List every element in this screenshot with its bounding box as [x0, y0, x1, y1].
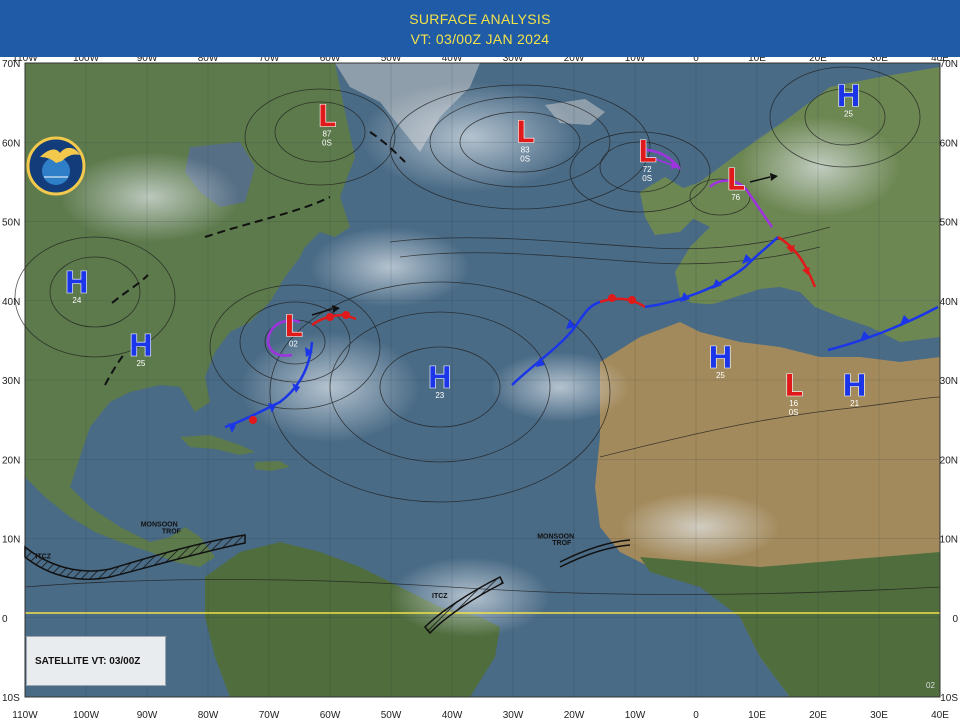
longitude-label: 90W: [137, 710, 158, 720]
map-annotation: TROF: [552, 540, 572, 547]
longitude-label: 10E: [748, 710, 766, 720]
warm-front-bead: [608, 294, 616, 302]
latitude-label: 50N: [940, 218, 958, 229]
longitude-label: 100W: [73, 710, 100, 720]
longitude-label: 110W: [12, 710, 38, 720]
satellite-valid-time-box: SATELLITE VT: 03/00Z: [26, 636, 166, 686]
longitude-label: 40E: [931, 710, 949, 720]
map-annotation: MONSOON: [141, 522, 178, 529]
surface-analysis-map: 110W 100W 90W 80W 70W 60W 50W 40W 30W 20W 10W 0 10E 2…: [2, 57, 959, 720]
latitude-label: 60N: [2, 138, 20, 149]
warm-front-bead: [342, 311, 350, 319]
high-pressure-center: H25: [836, 79, 862, 119]
latitude-labels-right: 70N 60N 50N 40N 30N 20N 10N 0 10S: [940, 59, 959, 704]
pressure-value: 76: [731, 193, 740, 202]
pressure-note: 0S: [322, 138, 332, 147]
longitude-label: 0: [693, 710, 699, 720]
latitude-label: 30N: [940, 376, 958, 387]
latitude-label: 50N: [2, 218, 20, 229]
high-pressure-center: H25: [128, 329, 154, 368]
pressure-value: 24: [72, 296, 81, 305]
longitude-label: 50W: [381, 710, 402, 720]
low-pressure-center: L76: [726, 163, 746, 202]
pressure-value: 87: [322, 129, 331, 138]
pressure-value: 25: [716, 371, 725, 380]
longitude-labels-bottom: 110W 100W 90W 80W 70W 60W 50W 40W 30W 20W 10W 0 10E 2…: [12, 710, 949, 720]
map-annotation: ITCZ: [432, 593, 448, 600]
pressure-note: 0S: [642, 174, 652, 183]
pressure-value: 21: [850, 399, 859, 408]
longitude-label: 70W: [259, 710, 280, 720]
pressure-value: 16: [789, 399, 798, 408]
map-annotation: ITCZ: [36, 553, 52, 560]
latitude-label: 70N: [2, 59, 20, 70]
latitude-label: 20N: [2, 455, 20, 466]
latitude-label: 0: [952, 614, 958, 625]
pressure-value: 72: [643, 165, 652, 174]
latitude-label: 40N: [2, 297, 20, 308]
high-pressure-center: H24: [64, 266, 90, 305]
high-pressure-center: H23: [427, 361, 453, 400]
low-pressure-center: L02: [284, 309, 304, 348]
satellite-valid-time: SATELLITE VT: 03/00Z: [35, 655, 141, 667]
valid-time: VT: 03/00Z JAN 2024: [410, 30, 550, 47]
longitude-label: 30E: [870, 710, 888, 720]
latitude-label: 10S: [940, 693, 958, 704]
high-pressure-center: H21: [842, 369, 868, 408]
title-bar: SURFACE ANALYSIS VT: 03/00Z JAN 2024: [0, 0, 960, 57]
map-frame: 110W 100W 90W 80W 70W 60W 50W 40W 30W 20W 10W 0 10E 2…: [0, 57, 960, 720]
warm-front-bead: [326, 313, 334, 321]
latitude-labels-left: 70N 60N 50N 40N 30N 20N 10N 0 10S: [2, 59, 20, 704]
latitude-label: 10N: [940, 535, 958, 546]
corner-code: 02: [926, 681, 935, 690]
pressure-note: 0S: [520, 154, 530, 163]
pressure-value: 02: [289, 339, 298, 348]
high-pressure-center: H25: [708, 341, 734, 380]
latitude-label: 20N: [940, 455, 958, 466]
warm-front-bead: [249, 416, 257, 424]
longitude-label: 60W: [320, 710, 341, 720]
latitude-label: 10N: [2, 535, 20, 546]
latitude-label: 0: [2, 614, 8, 625]
longitude-label: 20E: [809, 710, 827, 720]
pressure-value: 83: [521, 145, 530, 154]
map-annotation: TROF: [162, 529, 182, 536]
pressure-note: 0S: [789, 408, 799, 417]
longitude-label: 10W: [625, 710, 646, 720]
longitude-label: 30W: [503, 710, 524, 720]
longitude-label: 20W: [564, 710, 585, 720]
latitude-label: 10S: [2, 693, 20, 704]
latitude-label: 40N: [940, 297, 958, 308]
longitude-label: 80W: [198, 710, 219, 720]
fleet-weather-center-logo: [26, 136, 86, 196]
warm-front-bead: [628, 296, 636, 304]
pressure-value: 25: [136, 359, 145, 368]
pressure-value: 25: [844, 110, 853, 119]
latitude-label: 60N: [940, 138, 958, 149]
pressure-value: 23: [435, 391, 444, 400]
map-title: SURFACE ANALYSIS: [409, 10, 551, 27]
longitude-label: 40W: [442, 710, 463, 720]
latitude-label: 30N: [2, 376, 20, 387]
latitude-label: 70N: [940, 59, 958, 70]
